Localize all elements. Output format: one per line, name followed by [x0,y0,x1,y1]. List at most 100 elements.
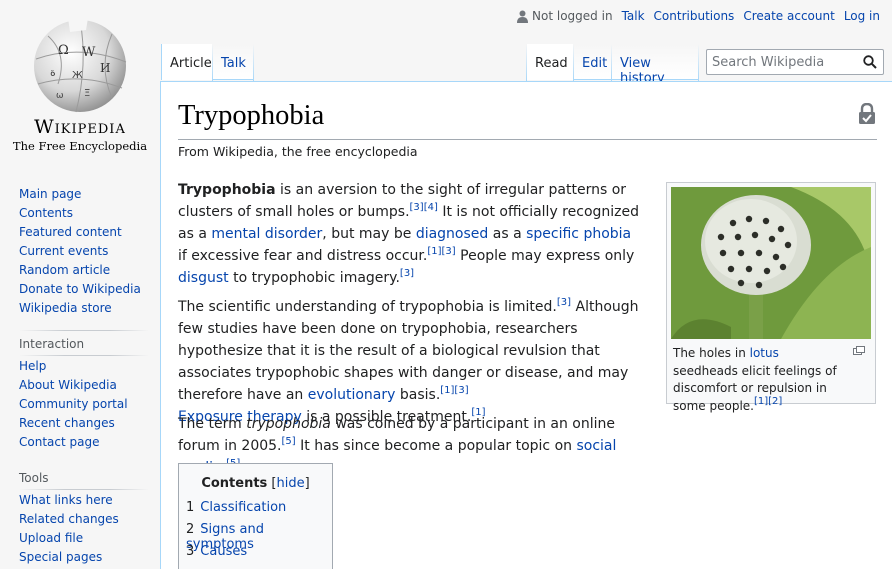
create-account-link[interactable]: Create account [743,9,835,23]
svg-text:ة: ة [50,66,56,79]
sidebar-item-upload-file[interactable]: Upload file [0,529,160,548]
italic-term: trypophobia [246,416,331,432]
site-sub: From Wikipedia, the free encyclopedia [178,144,418,159]
text: basis. [395,387,441,403]
bold-term: Trypophobia [178,182,276,198]
text: People may express only [455,248,635,264]
citation-link[interactable]: [3][4] [410,202,438,213]
text: if excessive fear and distress occur. [178,248,428,264]
log-in-link[interactable]: Log in [844,9,880,23]
wordmark: Wikipedia [34,116,126,138]
sidebar: Main page Contents Featured content Curr… [0,180,160,567]
toc-number: 1 [186,500,195,515]
semi-protection-lock-icon[interactable] [858,103,876,125]
citation-link[interactable]: [1][3] [427,246,455,257]
user-icon [517,10,529,23]
tab-article-label: Article [170,56,212,71]
sidebar-item-contact[interactable]: Contact page [0,433,160,452]
text: The holes in [673,346,750,360]
enlarge-icon[interactable] [853,346,865,355]
personal-tools: Not logged in Talk Contributions Create … [517,9,880,23]
image-caption: The holes in lotus seedheads elicit feel… [673,345,841,415]
sidebar-item-main-page[interactable]: Main page [0,185,160,204]
toc-header: Contents [hide] [179,476,332,491]
talk-link[interactable]: Talk [622,9,645,23]
toc-item[interactable]: 3 Causes [186,544,247,559]
tab-read[interactable]: Read [527,44,573,80]
search-icon[interactable] [863,55,877,69]
lotus-link[interactable]: lotus [750,346,779,360]
citation-link[interactable]: [3] [557,297,571,308]
toc-number: 3 [186,544,195,559]
evolutionary-link[interactable]: evolutionary [308,387,396,403]
toc-hide-link[interactable]: hide [277,476,305,491]
diagnosed-link[interactable]: diagnosed [416,226,488,242]
sidebar-item-related-changes[interactable]: Related changes [0,510,160,529]
page-title: Trypophobia [178,100,325,131]
svg-text:Ж: Ж [72,70,83,81]
lotus-seedhead-image[interactable] [671,187,871,339]
tab-talk[interactable]: Talk [213,44,253,80]
disgust-link[interactable]: disgust [178,270,229,286]
wikipedia-logo[interactable]: Ω W И ة Ж ω Ξ Wikipedia The Free Encyclo… [0,0,160,160]
sidebar-item-help[interactable]: Help [0,357,160,376]
tab-edit[interactable]: Edit [574,44,611,80]
toc-link-causes[interactable]: Causes [200,544,247,559]
svg-text:W: W [82,45,96,60]
specific-phobia-link[interactable]: specific phobia [526,226,631,242]
article-content: Trypophobia From Wikipedia, the free enc… [160,81,892,569]
sidebar-item-community-portal[interactable]: Community portal [0,395,160,414]
sidebar-item-about[interactable]: About Wikipedia [0,376,160,395]
svg-text:Ω: Ω [58,43,69,58]
citation-link[interactable]: [1][2] [754,396,782,407]
image-thumbnail: The holes in lotus seedheads elicit feel… [666,182,876,413]
sidebar-item-contents[interactable]: Contents [0,204,160,223]
svg-text:Ξ: Ξ [84,88,90,99]
text: The scientific understanding of trypopho… [178,299,557,315]
portal-divider [19,489,149,490]
toc-number: 2 [186,522,195,537]
not-logged-in-text: Not logged in [532,9,613,23]
sidebar-item-recent-changes[interactable]: Recent changes [0,414,160,433]
search-input[interactable] [707,54,857,70]
sidebar-item-special-pages[interactable]: Special pages [0,548,160,567]
text: The term [178,416,247,432]
bracket: [ [267,476,277,491]
text: , but may be [322,226,416,242]
tab-view-history[interactable]: View history [612,44,698,86]
anon-status: Not logged in [517,9,613,23]
table-of-contents: Contents [hide] 1 Classification 2 Signs a… [178,463,333,569]
citation-link[interactable]: [5] [282,436,296,447]
lead-paragraph-2: The scientific understanding of trypopho… [178,296,643,428]
portal-divider [19,355,149,356]
text: as a [488,226,527,242]
logo-tagline: The Free Encyclopedia [12,139,148,153]
contributions-link[interactable]: Contributions [654,9,735,23]
toc-item[interactable]: 1 Classification [186,500,286,515]
search-box [706,49,884,75]
sidebar-item-featured-content[interactable]: Featured content [0,223,160,242]
nav-main: Main page Contents Featured content Curr… [0,185,160,318]
bracket: ] [304,476,310,491]
mental-disorder-link[interactable]: mental disorder [211,226,322,242]
tab-separator [698,44,699,81]
sidebar-item-what-links-here[interactable]: What links here [0,491,160,510]
text: to trypophobic imagery. [228,270,400,286]
title-divider [178,139,877,140]
citation-link[interactable]: [1][3] [440,385,468,396]
sidebar-item-random-article[interactable]: Random article [0,261,160,280]
svg-text:И: И [100,61,110,75]
tab-article[interactable]: Article [161,44,212,80]
tab-read-label: Read [535,56,568,71]
sidebar-item-current-events[interactable]: Current events [0,242,160,261]
citation-link[interactable]: [3] [400,268,414,279]
sidebar-item-donate[interactable]: Donate to Wikipedia [0,280,160,299]
tab-edit-label: Edit [582,56,608,71]
text: It has since become a popular topic on [295,438,577,454]
toc-link-classification[interactable]: Classification [200,500,286,515]
portal-divider [19,330,149,331]
tools-heading: Tools [19,471,49,485]
svg-text:ω: ω [56,91,64,101]
sidebar-item-store[interactable]: Wikipedia store [0,299,160,318]
interaction-heading: Interaction [19,337,85,351]
